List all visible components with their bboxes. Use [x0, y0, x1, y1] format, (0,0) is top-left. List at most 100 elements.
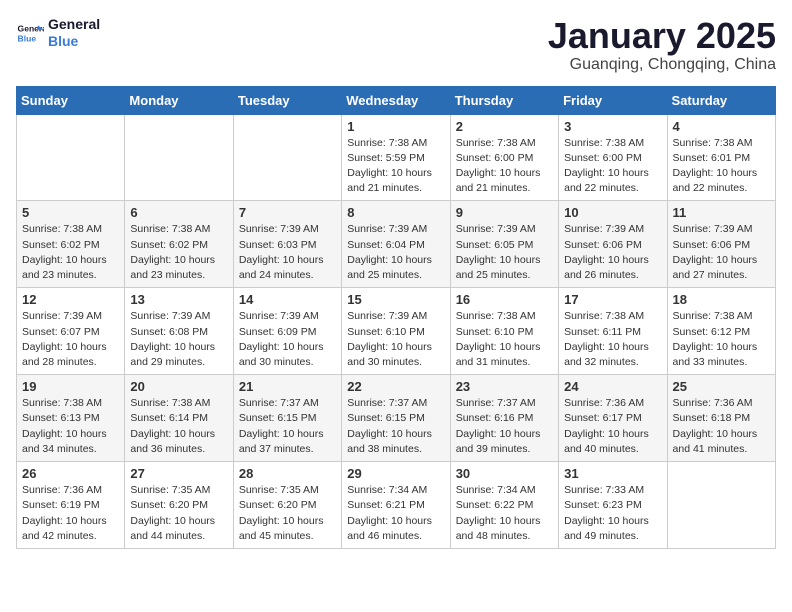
day-number: 7 [239, 205, 336, 220]
calendar-table: SundayMondayTuesdayWednesdayThursdayFrid… [16, 86, 776, 549]
day-info: Sunrise: 7:38 AM Sunset: 6:13 PM Dayligh… [22, 396, 119, 457]
day-number: 8 [347, 205, 444, 220]
calendar-cell: 9Sunrise: 7:39 AM Sunset: 6:05 PM Daylig… [450, 201, 558, 288]
day-info: Sunrise: 7:38 AM Sunset: 6:02 PM Dayligh… [130, 222, 227, 283]
day-number: 30 [456, 466, 553, 481]
day-info: Sunrise: 7:34 AM Sunset: 6:22 PM Dayligh… [456, 483, 553, 544]
weekday-header: Friday [559, 86, 667, 114]
logo: General Blue General Blue [16, 16, 100, 50]
day-number: 18 [673, 292, 770, 307]
calendar-cell [667, 462, 775, 549]
calendar-cell: 11Sunrise: 7:39 AM Sunset: 6:06 PM Dayli… [667, 201, 775, 288]
calendar-cell: 15 Sunrise: 7:39 AM Sunset: 6:10 PM Dayli… [342, 288, 450, 375]
day-number: 22 [347, 379, 444, 394]
day-number: 28 [239, 466, 336, 481]
day-info: Sunrise: 7:37 AM Sunset: 6:15 PM Dayligh… [239, 396, 336, 457]
calendar-cell [17, 114, 125, 201]
day-number: 29 [347, 466, 444, 481]
day-number: 25 [673, 379, 770, 394]
weekday-header: Saturday [667, 86, 775, 114]
calendar-cell: 23Sunrise: 7:37 AM Sunset: 6:16 PM Dayli… [450, 375, 558, 462]
day-number: 4 [673, 119, 770, 134]
calendar-week-row: 19 Sunrise: 7:38 AM Sunset: 6:13 PM Dayli… [17, 375, 776, 462]
day-info: Sunrise: 7:39 AM Sunset: 6:05 PM Dayligh… [456, 222, 553, 283]
month-title: January 2025 [548, 16, 776, 56]
calendar-cell [233, 114, 341, 201]
calendar-week-row: 12 Sunrise: 7:39 AM Sunset: 6:07 PM Dayli… [17, 288, 776, 375]
day-info: Sunrise: 7:35 AM Sunset: 6:20 PM Dayligh… [239, 483, 336, 544]
day-number: 12 [22, 292, 119, 307]
day-info: Sunrise: 7:36 AM Sunset: 6:18 PM Dayligh… [673, 396, 770, 457]
weekday-header: Monday [125, 86, 233, 114]
calendar-cell: 29 Sunrise: 7:34 AM Sunset: 6:21 PM Dayli… [342, 462, 450, 549]
day-number: 15 [347, 292, 444, 307]
day-info: Sunrise: 7:38 AM Sunset: 6:00 PM Dayligh… [564, 136, 661, 197]
day-info: Sunrise: 7:33 AM Sunset: 6:23 PM Dayligh… [564, 483, 661, 544]
calendar-cell: 28 Sunrise: 7:35 AM Sunset: 6:20 PM Dayli… [233, 462, 341, 549]
day-number: 13 [130, 292, 227, 307]
day-info: Sunrise: 7:39 AM Sunset: 6:03 PM Dayligh… [239, 222, 336, 283]
day-info: Sunrise: 7:39 AM Sunset: 6:07 PM Dayligh… [22, 309, 119, 370]
day-info: Sunrise: 7:37 AM Sunset: 6:15 PM Dayligh… [347, 396, 444, 457]
day-info: Sunrise: 7:38 AM Sunset: 6:14 PM Dayligh… [130, 396, 227, 457]
calendar-cell: 18 Sunrise: 7:38 AM Sunset: 6:12 PM Dayli… [667, 288, 775, 375]
calendar-cell: 12 Sunrise: 7:39 AM Sunset: 6:07 PM Dayli… [17, 288, 125, 375]
calendar-cell: 24 Sunrise: 7:36 AM Sunset: 6:17 PM Dayli… [559, 375, 667, 462]
calendar-cell: 2Sunrise: 7:38 AM Sunset: 6:00 PM Daylig… [450, 114, 558, 201]
day-number: 16 [456, 292, 553, 307]
day-number: 1 [347, 119, 444, 134]
calendar-cell: 25 Sunrise: 7:36 AM Sunset: 6:18 PM Dayli… [667, 375, 775, 462]
day-number: 17 [564, 292, 661, 307]
day-number: 14 [239, 292, 336, 307]
calendar-cell: 22 Sunrise: 7:37 AM Sunset: 6:15 PM Dayli… [342, 375, 450, 462]
calendar-week-row: 26Sunrise: 7:36 AM Sunset: 6:19 PM Dayli… [17, 462, 776, 549]
calendar-cell: 26Sunrise: 7:36 AM Sunset: 6:19 PM Dayli… [17, 462, 125, 549]
calendar-cell: 30 Sunrise: 7:34 AM Sunset: 6:22 PM Dayli… [450, 462, 558, 549]
calendar-cell: 21Sunrise: 7:37 AM Sunset: 6:15 PM Dayli… [233, 375, 341, 462]
calendar-cell: 5 Sunrise: 7:38 AM Sunset: 6:02 PM Daylig… [17, 201, 125, 288]
day-number: 10 [564, 205, 661, 220]
day-number: 20 [130, 379, 227, 394]
calendar-cell: 31Sunrise: 7:33 AM Sunset: 6:23 PM Dayli… [559, 462, 667, 549]
day-number: 3 [564, 119, 661, 134]
calendar-cell: 27 Sunrise: 7:35 AM Sunset: 6:20 PM Dayli… [125, 462, 233, 549]
page-header: General Blue General Blue January 2025 G… [16, 16, 776, 74]
day-number: 5 [22, 205, 119, 220]
calendar-week-row: 5 Sunrise: 7:38 AM Sunset: 6:02 PM Daylig… [17, 201, 776, 288]
day-info: Sunrise: 7:34 AM Sunset: 6:21 PM Dayligh… [347, 483, 444, 544]
calendar-cell: 10Sunrise: 7:39 AM Sunset: 6:06 PM Dayli… [559, 201, 667, 288]
calendar-cell: 1Sunrise: 7:38 AM Sunset: 5:59 PM Daylig… [342, 114, 450, 201]
calendar-cell: 17 Sunrise: 7:38 AM Sunset: 6:11 PM Dayli… [559, 288, 667, 375]
logo-line1: General [48, 16, 100, 33]
day-number: 27 [130, 466, 227, 481]
day-number: 26 [22, 466, 119, 481]
calendar-cell: 14 Sunrise: 7:39 AM Sunset: 6:09 PM Dayli… [233, 288, 341, 375]
day-info: Sunrise: 7:39 AM Sunset: 6:10 PM Dayligh… [347, 309, 444, 370]
calendar-cell: 20 Sunrise: 7:38 AM Sunset: 6:14 PM Dayli… [125, 375, 233, 462]
calendar-cell: 8Sunrise: 7:39 AM Sunset: 6:04 PM Daylig… [342, 201, 450, 288]
title-block: January 2025 Guanqing, Chongqing, China [548, 16, 776, 74]
weekday-header: Sunday [17, 86, 125, 114]
day-info: Sunrise: 7:39 AM Sunset: 6:09 PM Dayligh… [239, 309, 336, 370]
day-info: Sunrise: 7:35 AM Sunset: 6:20 PM Dayligh… [130, 483, 227, 544]
svg-text:Blue: Blue [18, 33, 37, 43]
calendar-cell: 4Sunrise: 7:38 AM Sunset: 6:01 PM Daylig… [667, 114, 775, 201]
weekday-header: Thursday [450, 86, 558, 114]
day-number: 24 [564, 379, 661, 394]
calendar-cell: 3 Sunrise: 7:38 AM Sunset: 6:00 PM Daylig… [559, 114, 667, 201]
day-info: Sunrise: 7:39 AM Sunset: 6:08 PM Dayligh… [130, 309, 227, 370]
calendar-cell: 13 Sunrise: 7:39 AM Sunset: 6:08 PM Dayli… [125, 288, 233, 375]
logo-icon: General Blue [16, 19, 44, 47]
day-info: Sunrise: 7:38 AM Sunset: 6:02 PM Dayligh… [22, 222, 119, 283]
location: Guanqing, Chongqing, China [548, 56, 776, 74]
weekday-header-row: SundayMondayTuesdayWednesdayThursdayFrid… [17, 86, 776, 114]
logo-line2: Blue [48, 33, 100, 50]
day-info: Sunrise: 7:38 AM Sunset: 6:00 PM Dayligh… [456, 136, 553, 197]
calendar-cell [125, 114, 233, 201]
day-info: Sunrise: 7:38 AM Sunset: 6:11 PM Dayligh… [564, 309, 661, 370]
day-info: Sunrise: 7:38 AM Sunset: 6:12 PM Dayligh… [673, 309, 770, 370]
day-info: Sunrise: 7:36 AM Sunset: 6:17 PM Dayligh… [564, 396, 661, 457]
day-number: 19 [22, 379, 119, 394]
day-info: Sunrise: 7:38 AM Sunset: 6:10 PM Dayligh… [456, 309, 553, 370]
day-number: 6 [130, 205, 227, 220]
